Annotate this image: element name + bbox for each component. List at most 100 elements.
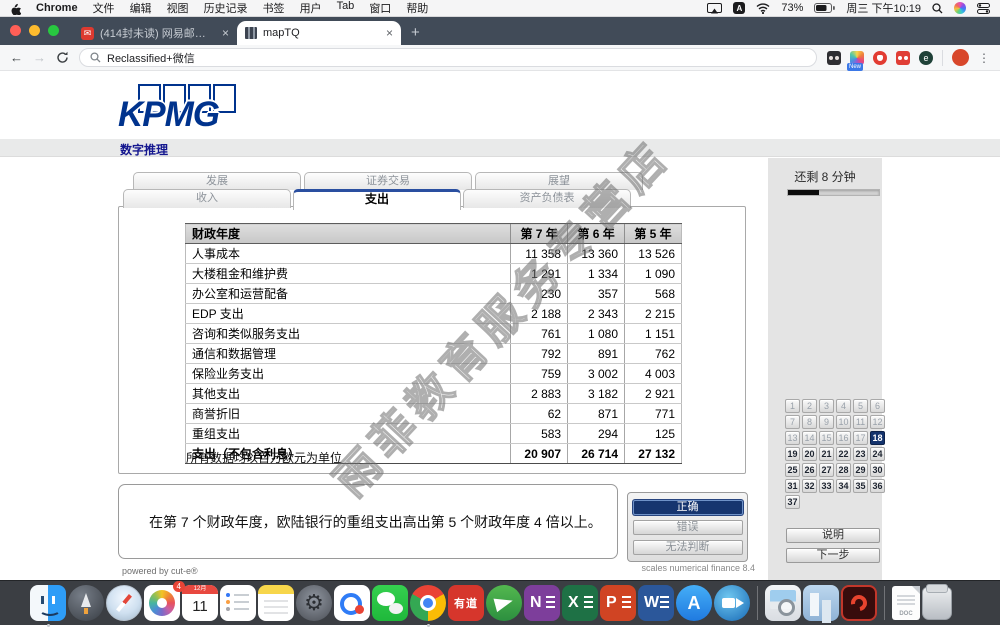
question-10-button[interactable]: 10 (836, 415, 851, 429)
wifi-icon[interactable] (756, 2, 770, 14)
cannot-say-answer-button[interactable]: 无法判断 (632, 539, 743, 555)
minimize-window-button[interactable] (29, 25, 40, 36)
menubar-item[interactable]: 用户 (300, 0, 322, 16)
trash-icon[interactable] (922, 584, 952, 620)
menubar-item[interactable]: 帮助 (406, 0, 428, 16)
question-8-button[interactable]: 8 (802, 415, 817, 429)
notes-icon[interactable] (258, 585, 294, 621)
preview-icon[interactable] (765, 585, 801, 621)
question-9-button[interactable]: 9 (819, 415, 834, 429)
gradient-extension-icon[interactable]: New (847, 50, 864, 71)
doc-file-icon[interactable]: DOC (892, 586, 920, 620)
profile-avatar[interactable] (952, 49, 969, 66)
control-center-icon[interactable] (977, 2, 990, 14)
question-35-button[interactable]: 35 (853, 479, 868, 493)
menubar-clock[interactable]: 周三 下午10:19 (846, 0, 921, 16)
question-27-button[interactable]: 27 (819, 463, 834, 477)
question-5-button[interactable]: 5 (853, 399, 868, 413)
question-37-button[interactable]: 37 (785, 495, 800, 509)
buildings-icon[interactable] (803, 585, 839, 621)
question-12-button[interactable]: 12 (870, 415, 885, 429)
menubar-item[interactable]: 编辑 (130, 0, 152, 16)
question-18-button[interactable]: 18 (870, 431, 885, 445)
question-34-button[interactable]: 34 (836, 479, 851, 493)
forward-button[interactable]: → (33, 50, 46, 65)
settings-icon[interactable] (296, 585, 332, 621)
question-30-button[interactable]: 30 (870, 463, 885, 477)
question-4-button[interactable]: 4 (836, 399, 851, 413)
safari-icon[interactable] (106, 585, 142, 621)
display-mirroring-icon[interactable] (707, 2, 723, 14)
dark-e-extension-icon[interactable]: e (919, 50, 933, 65)
test-tab-front[interactable]: 资产负债表 (463, 189, 631, 208)
menubar-item[interactable]: 窗口 (369, 0, 391, 16)
battery-icon[interactable] (814, 3, 836, 13)
onenote-icon[interactable]: N (524, 585, 560, 621)
test-tab-front[interactable]: 收入 (123, 189, 291, 208)
question-16-button[interactable]: 16 (836, 431, 851, 445)
close-window-button[interactable] (10, 25, 21, 36)
photos-icon[interactable]: 4 (144, 581, 185, 621)
acrobat-icon[interactable] (841, 585, 877, 621)
glasses-extension-icon[interactable] (827, 50, 841, 65)
question-33-button[interactable]: 33 (819, 479, 834, 493)
youdao-icon[interactable]: 有道 (448, 585, 484, 621)
question-32-button[interactable]: 32 (802, 479, 817, 493)
menubar-item[interactable]: 历史记录 (204, 0, 248, 16)
question-36-button[interactable]: 36 (870, 479, 885, 493)
new-tab-button[interactable]: + (411, 24, 420, 41)
menubar-item[interactable]: 视图 (167, 0, 189, 16)
question-26-button[interactable]: 26 (802, 463, 817, 477)
menubar-app-name[interactable]: Chrome (36, 2, 78, 14)
input-source-a-icon[interactable]: A (733, 2, 746, 14)
red-circle-extension-icon[interactable] (873, 50, 887, 65)
baidu-netdisk-icon[interactable] (334, 585, 370, 621)
spotlight-search-icon[interactable] (932, 2, 943, 14)
question-19-button[interactable]: 19 (785, 447, 800, 461)
question-7-button[interactable]: 7 (785, 415, 800, 429)
question-28-button[interactable]: 28 (836, 463, 851, 477)
browser-tab-mail[interactable]: ✉ (414封未读) 网易邮箱6.0版 × (73, 21, 237, 45)
wechat-icon[interactable] (372, 585, 408, 621)
calendar-icon[interactable]: 12月 11 (182, 585, 218, 621)
question-22-button[interactable]: 22 (836, 447, 851, 461)
question-13-button[interactable]: 13 (785, 431, 800, 445)
question-14-button[interactable]: 14 (802, 431, 817, 445)
powerpoint-icon[interactable]: P (600, 585, 636, 621)
tab-close-icon[interactable]: × (222, 26, 229, 40)
question-23-button[interactable]: 23 (853, 447, 868, 461)
question-20-button[interactable]: 20 (802, 447, 817, 461)
reminders-icon[interactable] (220, 585, 256, 621)
question-3-button[interactable]: 3 (819, 399, 834, 413)
question-21-button[interactable]: 21 (819, 447, 834, 461)
siri-icon[interactable] (954, 2, 966, 14)
test-tab-front[interactable]: 支出 (293, 189, 461, 210)
question-15-button[interactable]: 15 (819, 431, 834, 445)
question-11-button[interactable]: 11 (853, 415, 868, 429)
test-tab-back[interactable]: 发展 (133, 172, 301, 190)
question-1-button[interactable]: 1 (785, 399, 800, 413)
question-29-button[interactable]: 29 (853, 463, 868, 477)
test-tab-back[interactable]: 展望 (475, 172, 643, 190)
chrome-menu-icon[interactable]: ⋮ (978, 51, 990, 65)
menubar-item[interactable]: Tab (337, 0, 355, 16)
next-button[interactable]: 下一步 (786, 548, 880, 563)
quicktime-icon[interactable] (714, 585, 750, 621)
wrong-answer-button[interactable]: 错误 (632, 519, 743, 535)
question-2-button[interactable]: 2 (802, 399, 817, 413)
question-24-button[interactable]: 24 (870, 447, 885, 461)
question-17-button[interactable]: 17 (853, 431, 868, 445)
menubar-item[interactable]: 书签 (263, 0, 285, 16)
reload-button[interactable] (56, 51, 69, 64)
fullscreen-window-button[interactable] (48, 25, 59, 36)
question-31-button[interactable]: 31 (785, 479, 800, 493)
appstore-icon[interactable]: A (676, 585, 712, 621)
browser-tab-maptq[interactable]: mapTQ × (237, 21, 401, 45)
paperplane-icon[interactable] (486, 585, 522, 621)
launchpad-icon[interactable] (68, 585, 104, 621)
word-icon[interactable]: W (638, 585, 674, 621)
correct-answer-button[interactable]: 正确 (632, 499, 743, 515)
chrome-icon[interactable] (410, 585, 446, 621)
finder-icon[interactable] (30, 585, 66, 621)
excel-icon[interactable]: X (562, 585, 598, 621)
